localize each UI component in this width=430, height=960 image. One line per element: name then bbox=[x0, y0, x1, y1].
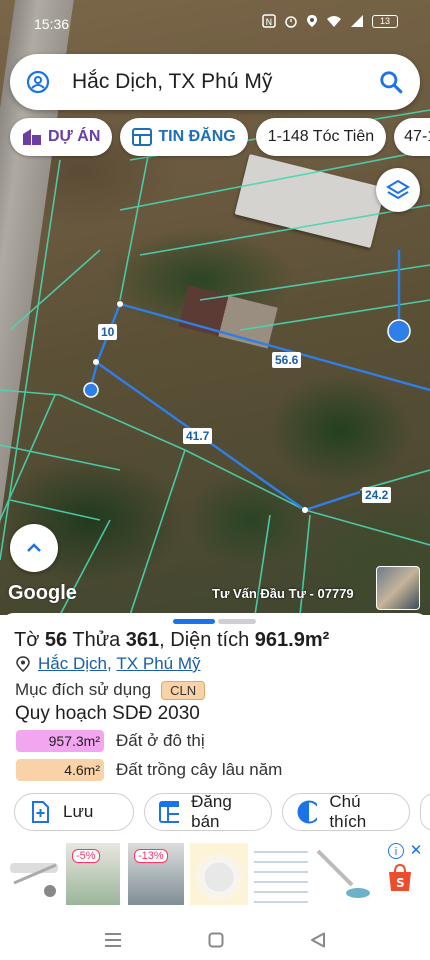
chip-road-1[interactable]: 1-148 Tóc Tiên bbox=[255, 118, 387, 156]
back-icon[interactable] bbox=[310, 932, 326, 948]
area-label: Diện tích bbox=[170, 629, 250, 651]
legend-icon bbox=[297, 800, 318, 824]
status-icons: N 13 bbox=[262, 14, 398, 28]
purpose-label: Mục đích sử dụng bbox=[15, 680, 152, 699]
plan-row-label: Đất trồng cây lâu năm bbox=[116, 760, 283, 779]
signal-icon bbox=[351, 15, 363, 27]
expand-button[interactable] bbox=[10, 524, 58, 572]
battery-level: 13 bbox=[379, 15, 390, 26]
ad-discount: -5% bbox=[72, 849, 100, 863]
layers-icon bbox=[386, 179, 410, 200]
purpose-badge: CLN bbox=[161, 680, 206, 700]
ad-product-image[interactable] bbox=[254, 843, 308, 905]
filter-chips: DỰ ÁN TIN ĐĂNG 1-148 Tóc Tiên 47-10 bbox=[10, 118, 430, 158]
ad-product-image[interactable] bbox=[190, 843, 248, 905]
ad-thumbnail[interactable] bbox=[376, 566, 420, 610]
chip-du-an-label: DỰ ÁN bbox=[48, 128, 101, 145]
ad-discount: -13% bbox=[134, 849, 168, 863]
chip-road-2-label: 47-10 bbox=[404, 128, 430, 145]
alarm-icon bbox=[285, 16, 297, 28]
land-purpose: Mục đích sử dụng CLN bbox=[15, 680, 206, 700]
ad-product-image[interactable]: -5% bbox=[66, 843, 120, 905]
more-button[interactable] bbox=[420, 793, 430, 831]
edge-label: 41.7 bbox=[183, 428, 213, 444]
ad-product-image[interactable]: -13% bbox=[128, 843, 184, 905]
battery-icon: 13 bbox=[372, 14, 398, 28]
post-sale-label: Đăng bán bbox=[191, 792, 232, 831]
ad-controls: i ✕ bbox=[388, 843, 424, 859]
to-label: Tờ bbox=[14, 629, 40, 651]
ward-link[interactable]: Hắc Dịch bbox=[38, 654, 107, 674]
location-pin-icon bbox=[26, 70, 50, 94]
location-icon bbox=[307, 15, 317, 27]
legend-label: Chú thích bbox=[329, 792, 367, 831]
action-buttons: Lưu Đăng bán Chú thích bbox=[14, 792, 430, 831]
svg-text:N: N bbox=[266, 18, 273, 28]
parcel-sheet: Tờ 56 Thửa 361, Diện tích 961.9m² Hắc Dị… bbox=[0, 613, 430, 960]
parcel-address: Hắc Dịch, TX Phú Mỹ bbox=[16, 654, 201, 674]
sheet-handle[interactable] bbox=[218, 619, 256, 624]
ad-product-image[interactable] bbox=[312, 843, 376, 905]
edge-label: 56.6 bbox=[272, 352, 302, 368]
parcel-title: Tờ 56 Thửa 361, Diện tích 961.9m² bbox=[14, 629, 330, 651]
listing-icon bbox=[159, 801, 180, 823]
map-handle[interactable] bbox=[387, 319, 411, 343]
svg-text:S: S bbox=[396, 876, 405, 890]
legend-button[interactable]: Chú thích bbox=[282, 792, 410, 831]
map-ad-caption[interactable]: Tư Vấn Đầu Tư - 07779 bbox=[212, 586, 354, 601]
wifi-icon bbox=[327, 16, 341, 27]
plan-title: Quy hoạch SDĐ 2030 bbox=[15, 703, 200, 724]
shop-logo-icon[interactable]: S bbox=[386, 863, 414, 893]
area-value: 961.9m² bbox=[254, 629, 330, 651]
save-label: Lưu bbox=[63, 802, 94, 821]
to-value: 56 bbox=[44, 629, 68, 651]
status-bar: 15:36 N 13 bbox=[0, 0, 430, 48]
ad-banner[interactable]: -5% -13% S i ✕ bbox=[0, 841, 430, 911]
thua-label: Thửa bbox=[72, 629, 121, 651]
system-navbar bbox=[0, 919, 430, 960]
plan-area-badge: 4.6m² bbox=[16, 759, 104, 781]
nfc-icon: N bbox=[262, 14, 276, 28]
ad-info-icon[interactable]: i bbox=[388, 843, 404, 859]
chip-tin-dang-label: TIN ĐĂNG bbox=[158, 128, 236, 145]
bookmark-add-icon bbox=[32, 801, 49, 823]
building-icon bbox=[23, 129, 41, 145]
listing-icon bbox=[132, 128, 153, 146]
map-handle[interactable] bbox=[83, 382, 99, 398]
sheet-handle[interactable] bbox=[173, 619, 215, 624]
search-icon[interactable] bbox=[378, 69, 404, 95]
map-pin-icon bbox=[16, 656, 30, 672]
chip-du-an[interactable]: DỰ ÁN bbox=[10, 118, 113, 156]
home-icon[interactable] bbox=[208, 932, 224, 948]
plan-area-badge: 957.3m² bbox=[16, 730, 104, 752]
search-bar[interactable]: Hắc Dịch, TX Phú Mỹ bbox=[10, 54, 420, 110]
chip-road-2[interactable]: 47-10 bbox=[394, 118, 430, 156]
post-sale-button[interactable]: Đăng bán bbox=[144, 792, 272, 831]
chevron-up-icon bbox=[27, 543, 41, 552]
ad-close-icon[interactable]: ✕ bbox=[408, 843, 424, 859]
menu-icon[interactable] bbox=[104, 932, 122, 948]
save-button[interactable]: Lưu bbox=[14, 793, 134, 831]
thua-value: 361 bbox=[125, 629, 160, 651]
plan-row: 957.3m² Đất ở đô thị bbox=[16, 730, 205, 752]
plan-row: 4.6m² Đất trồng cây lâu năm bbox=[16, 759, 282, 781]
edge-label: 10 bbox=[98, 324, 118, 340]
ad-product-image[interactable] bbox=[6, 843, 62, 905]
chip-tin-dang[interactable]: TIN ĐĂNG bbox=[120, 118, 248, 156]
status-time: 15:36 bbox=[34, 16, 70, 32]
edge-label: 24.2 bbox=[362, 487, 392, 503]
town-link[interactable]: TX Phú Mỹ bbox=[116, 654, 200, 674]
layers-button[interactable] bbox=[376, 168, 420, 212]
plan-row-label: Đất ở đô thị bbox=[116, 731, 205, 750]
google-attribution: Google bbox=[8, 582, 77, 604]
chip-road-1-label: 1-148 Tóc Tiên bbox=[267, 128, 375, 145]
search-text[interactable]: Hắc Dịch, TX Phú Mỹ bbox=[72, 70, 378, 94]
